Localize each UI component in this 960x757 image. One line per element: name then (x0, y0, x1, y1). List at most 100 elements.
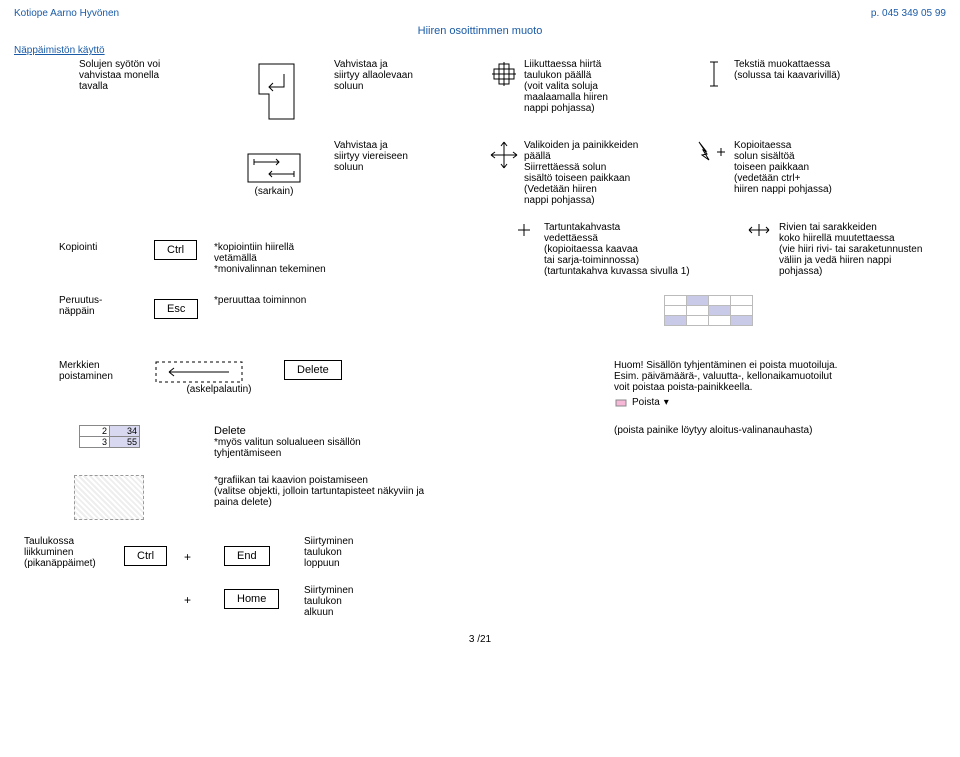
line: sisältö toiseen paikkaan (524, 173, 694, 184)
row-enter: Solujen syötön voi vahvistaa monella tav… (14, 59, 946, 124)
line: liikkuminen (24, 547, 124, 558)
page-header: Kotiope Aarno Hyvönen p. 045 349 05 99 (14, 8, 946, 19)
desc: Vahvistaa ja siirtyy viereiseen soluun (334, 140, 484, 206)
author: Kotiope Aarno Hyvönen (14, 8, 119, 19)
desc: Siirtyminen taulukon alkuun (304, 585, 353, 618)
line: toiseen paikkaan (734, 162, 946, 173)
line: Solujen syötön voi (79, 59, 214, 70)
line: (voit valita soluja (524, 81, 694, 92)
delete-label: Delete (214, 425, 434, 437)
key-col: Ctrl (124, 536, 184, 569)
poista-label: Poista (632, 397, 660, 408)
desc: Liikuttaessa hiirtä taulukon päällä (voi… (524, 59, 694, 124)
line: vetämällä (214, 253, 404, 264)
key-col: End (224, 536, 304, 569)
line: taulukon päällä (524, 70, 694, 81)
line: Rivien tai sarakkeiden (779, 222, 946, 233)
line: loppuun (304, 558, 353, 569)
line: tai sarja-toiminnossa) (544, 255, 739, 266)
line: Siirtyminen (304, 536, 353, 547)
row-tab: (sarkain) Vahvistaa ja siirtyy viereisee… (14, 140, 946, 206)
desc: Huom! Sisällön tyhjentäminen ei poista m… (614, 360, 837, 409)
line: tyhjentämiseen (214, 448, 434, 459)
desc: (poista painike löytyy aloitus-valinanau… (614, 425, 812, 459)
desc: *kopiointiin hiirellä vetämällä *monival… (214, 222, 404, 277)
esc-key: Esc (154, 299, 198, 319)
desc: Merkkien poistaminen (14, 360, 154, 409)
desc: Siirtyminen taulukon loppuun (304, 536, 353, 569)
line: Siirrettäessä solun (524, 162, 694, 173)
line: *kopiointiin hiirellä (214, 242, 404, 253)
key-col: Esc (154, 295, 214, 326)
line: (solussa tai kaavarivillä) (734, 70, 946, 81)
line: (Vedetään hiiren (524, 184, 694, 195)
desc (14, 140, 214, 206)
line: solun sisältöä (734, 151, 946, 162)
desc: Rivien tai sarakkeiden koko hiirellä muu… (779, 222, 946, 277)
cross-cursor-icon (484, 59, 524, 124)
ctrl-key: Ctrl (154, 240, 197, 260)
line: Vahvistaa ja (334, 59, 484, 70)
key-col: Ctrl (154, 222, 214, 277)
row-esc: Peruutus- näppäin Esc *peruuttaa toiminn… (14, 295, 946, 326)
line: Peruutus- (59, 295, 154, 306)
line: Vahvistaa ja (334, 140, 484, 151)
line: taulukon (304, 596, 353, 607)
desc: *peruuttaa toiminnon (214, 295, 404, 326)
end-key: End (224, 546, 270, 566)
line: (valitse objekti, jolloin tartuntapistee… (214, 486, 514, 497)
line: nappi pohjassa) (524, 103, 694, 114)
row-nav-end: Taulukossa liikkuminen (pikanäppäimet) C… (14, 536, 946, 569)
ibeam-cursor-icon (694, 59, 734, 124)
line: voit poistaa poista-painikkeella. (614, 382, 837, 393)
line: vedettäessä (544, 233, 739, 244)
grid-sample (664, 295, 753, 326)
desc: Solujen syötön voi vahvistaa monella tav… (14, 59, 214, 124)
line: tavalla (79, 81, 214, 92)
row-nav-home: + Home Siirtyminen taulukon alkuun (14, 585, 946, 618)
line: (poista painike löytyy aloitus-valinanau… (614, 425, 812, 436)
desc: Taulukossa liikkuminen (pikanäppäimet) (14, 536, 124, 569)
plus-label: + (184, 536, 224, 569)
table-sample: 234 355 (14, 425, 154, 459)
enter-key-icon (214, 59, 334, 124)
line: Tartuntakahvasta (544, 222, 739, 233)
line: nappi pohjassa) (524, 195, 694, 206)
line: *monivalinnan tekeminen (214, 264, 404, 275)
line: Kopiointi (59, 242, 154, 253)
cell: 34 (110, 426, 140, 437)
line: väliin ja vedä hiiren nappi (779, 255, 946, 266)
desc: Valikoiden ja painikkeiden päällä Siirre… (524, 140, 694, 206)
row-delete2: 234 355 Delete *myös valitun solualueen … (14, 425, 946, 459)
line: *peruuttaa toiminnon (214, 295, 404, 306)
line: Taulukossa (24, 536, 124, 547)
key-col: Home (224, 585, 304, 618)
ctrl-key: Ctrl (124, 546, 167, 566)
row-copy: Kopiointi Ctrl *kopiointiin hiirellä vet… (14, 222, 946, 277)
line: Huom! Sisällön tyhjentäminen ei poista m… (614, 360, 837, 371)
home-key: Home (224, 589, 279, 609)
line: paina delete) (214, 497, 514, 508)
page-title: Hiiren osoittimmen muoto (14, 25, 946, 37)
move-cursor-icon (484, 140, 524, 206)
line: poistaminen (59, 371, 154, 382)
cell: 2 (80, 426, 110, 437)
key-col: Delete (284, 360, 364, 409)
resize-cursor-icon (739, 222, 779, 277)
row-delete1: Merkkien poistaminen (askelpalautin) Del… (14, 360, 946, 409)
line: soluun (334, 81, 484, 92)
chart-sample (14, 475, 154, 520)
line: Valikoiden ja painikkeiden (524, 140, 694, 151)
line: päällä (524, 151, 694, 162)
line: (pikanäppäimet) (24, 558, 124, 569)
desc: Peruutus- näppäin (14, 295, 154, 326)
line: siirtyy viereiseen (334, 151, 484, 162)
desc: Delete *myös valitun solualueen sisällön… (214, 425, 434, 459)
line: vahvistaa monella (79, 70, 214, 81)
desc: Kopioitaessa solun sisältöä toiseen paik… (734, 140, 946, 206)
row-delete3: *grafiikan tai kaavion poistamiseen (val… (14, 475, 946, 520)
cell: 55 (110, 437, 140, 448)
backspace-icon: (askelpalautin) (154, 360, 284, 409)
tab-label: (sarkain) (255, 186, 294, 197)
plus-label: + (184, 585, 224, 618)
